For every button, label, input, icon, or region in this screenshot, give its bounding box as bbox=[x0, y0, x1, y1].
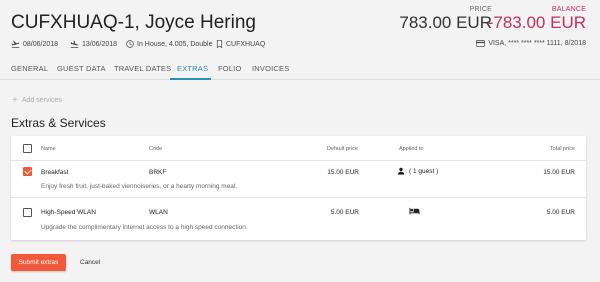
column-header-name: Name bbox=[41, 146, 56, 152]
tab-invoices[interactable]: INVOICES bbox=[252, 64, 289, 73]
row-default-price: 15.00 EUR bbox=[327, 169, 359, 176]
payment-card: VISA, **** **** **** 1111, 8/2018 bbox=[476, 40, 586, 47]
row-code: WLAN bbox=[149, 209, 168, 216]
departure-date: 13/06/2018 bbox=[70, 40, 117, 48]
select-all-checkbox[interactable] bbox=[23, 144, 32, 153]
departure-date-text: 13/06/2018 bbox=[82, 40, 118, 48]
row-checkbox[interactable] bbox=[23, 208, 32, 217]
extras-table: Name Code Default price Applied to Total… bbox=[11, 136, 586, 240]
add-services-button[interactable]: + Add services bbox=[12, 95, 62, 106]
reservation-header: CUFXHUAQ-1, Joyce Hering PRICE 783.00 EU… bbox=[0, 0, 600, 81]
clock-icon bbox=[126, 40, 134, 48]
add-services-label: Add services bbox=[21, 97, 62, 104]
column-header-code: Code bbox=[149, 146, 163, 152]
booking-reference-text: CUFXHUAQ bbox=[226, 40, 266, 48]
bed-icon bbox=[409, 207, 420, 215]
balance-label: BALANCE bbox=[551, 6, 586, 13]
plus-icon: + bbox=[12, 95, 18, 106]
row-name: High-Speed WLAN bbox=[41, 209, 96, 216]
credit-card-icon bbox=[476, 40, 486, 47]
section-title: Extras & Services bbox=[11, 116, 106, 130]
active-tab-indicator bbox=[170, 78, 211, 80]
price-value: 783.00 EUR bbox=[399, 13, 492, 32]
price-label: PRICE bbox=[469, 6, 492, 13]
reservation-status-text: In House, 4.005, Double bbox=[137, 40, 213, 48]
row-applied-to[interactable]: ( 1 guest ) bbox=[397, 167, 438, 175]
reservation-status: In House, 4.005, Double bbox=[126, 40, 213, 48]
flight-takeoff-icon bbox=[11, 40, 20, 48]
row-divider bbox=[11, 197, 586, 198]
column-header-applied-to: Applied to bbox=[399, 146, 424, 152]
cancel-button[interactable]: Cancel bbox=[80, 254, 100, 271]
row-name: Breakfast bbox=[41, 169, 69, 176]
payment-card-text: VISA, **** **** **** 1111, 8/2018 bbox=[488, 40, 586, 47]
tab-general[interactable]: GENERAL bbox=[11, 64, 48, 73]
arrival-date-text: 08/06/2018 bbox=[23, 40, 59, 48]
tab-folio[interactable]: FOLIO bbox=[218, 64, 242, 73]
flight-land-icon bbox=[70, 40, 79, 48]
applied-to-text: ( 1 guest ) bbox=[409, 167, 439, 175]
tab-bar: GENERAL GUEST DATA TRAVEL DATES EXTRAS F… bbox=[0, 58, 600, 80]
row-applied-to[interactable] bbox=[409, 207, 420, 217]
row-description: Enjoy fresh fruit, just-baked viennoiser… bbox=[41, 183, 238, 190]
booking-reference: CUFXHUAQ bbox=[216, 40, 265, 48]
bookmark-icon bbox=[216, 40, 223, 48]
tab-guest-data[interactable]: GUEST DATA bbox=[57, 64, 106, 73]
balance-value: -783.00 EUR bbox=[487, 13, 586, 32]
column-header-default-price: Default price bbox=[327, 146, 358, 152]
row-total-price: 15.00 EUR bbox=[543, 169, 575, 176]
row-total-price: 5.00 EUR bbox=[546, 209, 575, 216]
column-header-total-price: Total price bbox=[549, 146, 575, 152]
tab-extras[interactable]: EXTRAS bbox=[177, 64, 208, 73]
row-code: BRKF bbox=[149, 169, 167, 176]
tab-travel-dates[interactable]: TRAVEL DATES bbox=[114, 64, 171, 73]
row-checkbox[interactable] bbox=[23, 167, 32, 176]
submit-extras-button[interactable]: Submit extras bbox=[11, 254, 66, 271]
reservation-title: CUFXHUAQ-1, Joyce Hering bbox=[11, 12, 256, 33]
person-icon bbox=[397, 167, 405, 175]
row-default-price: 5.00 EUR bbox=[330, 209, 359, 216]
arrival-date: 08/06/2018 bbox=[11, 40, 58, 48]
header-divider bbox=[11, 160, 586, 161]
row-description: Upgrade the complimentary internet acces… bbox=[41, 224, 248, 231]
